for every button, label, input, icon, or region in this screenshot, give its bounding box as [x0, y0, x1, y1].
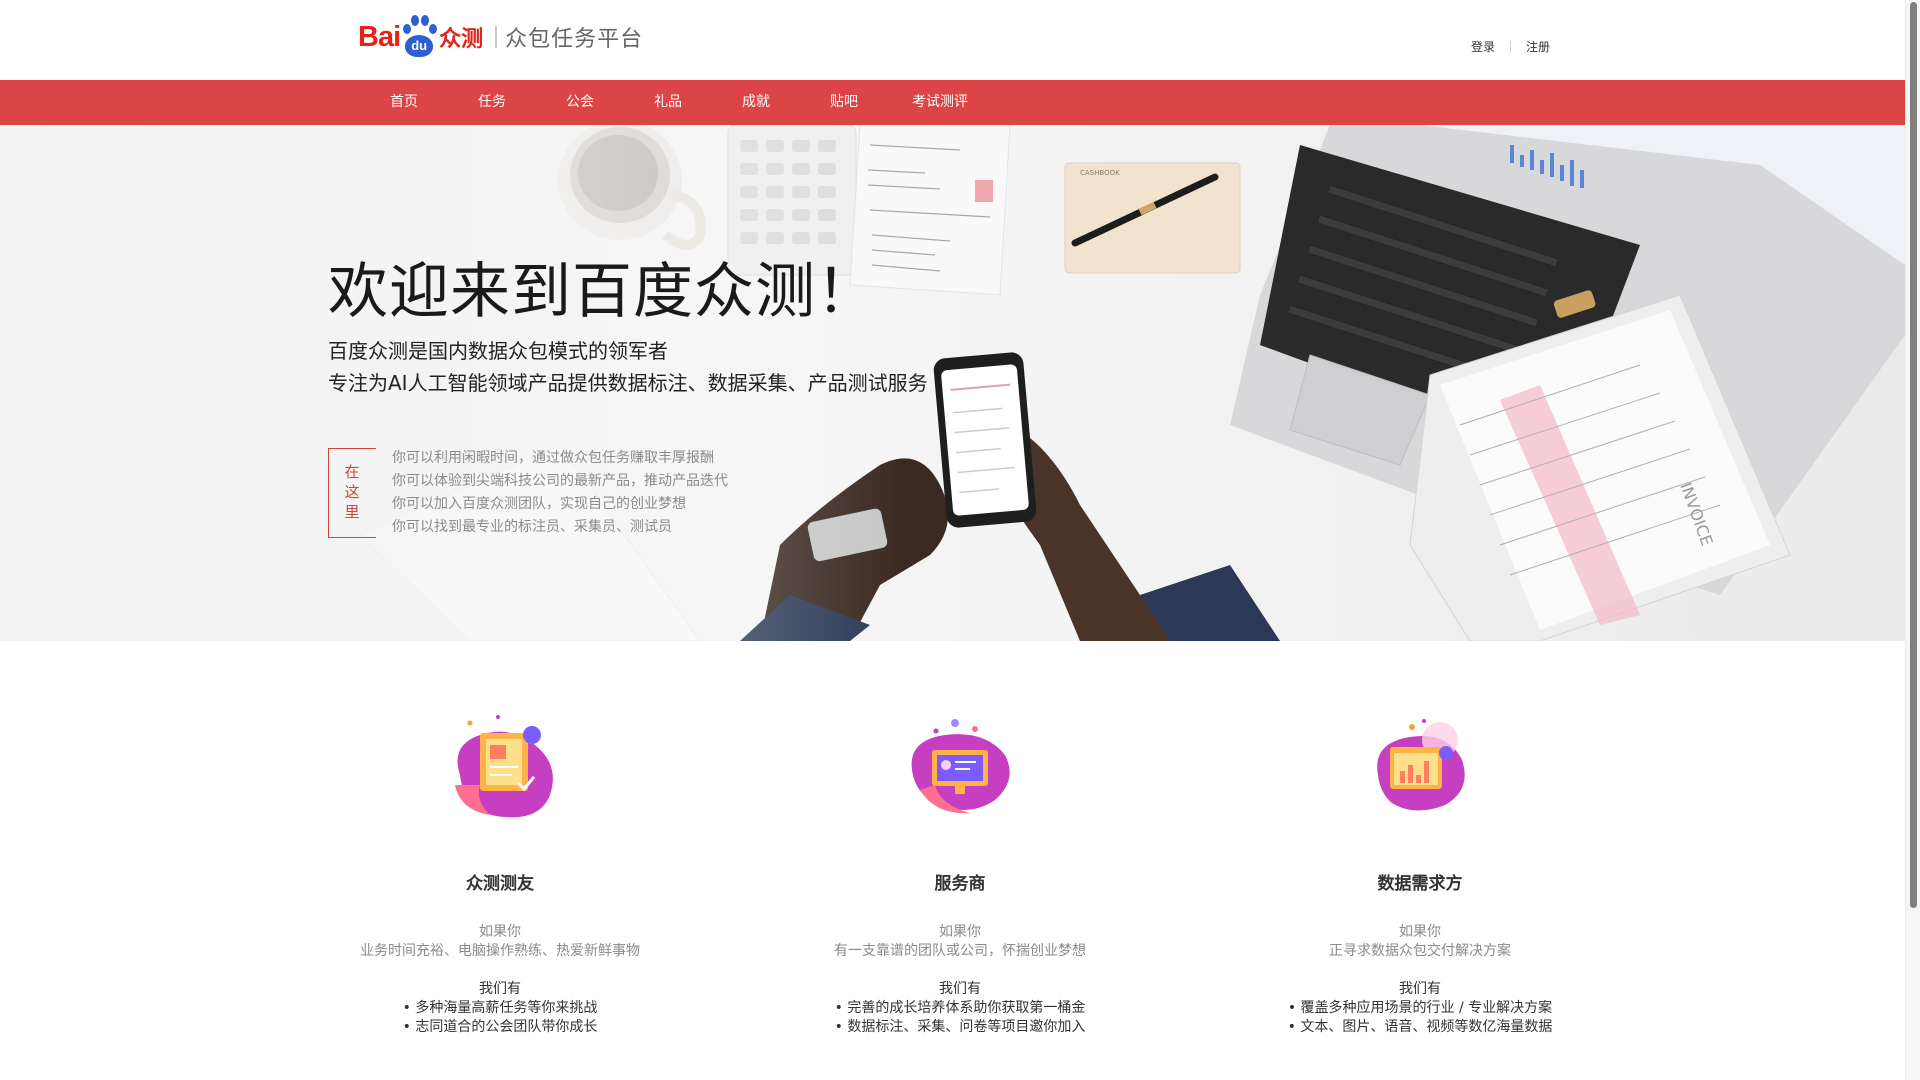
- here-bracket-label: 在 这 里: [328, 448, 376, 538]
- nav-item-gifts[interactable]: 礼品: [624, 80, 712, 125]
- hero-subtitle-line2: 专注为AI人工智能领域产品提供数据标注、数据采集、产品测试服务: [328, 371, 928, 395]
- nav-item-achievements[interactable]: 成就: [712, 80, 800, 125]
- feature-title: 数据需求方: [1377, 874, 1463, 894]
- feature-if-text: 如果你 有一支靠谱的团队或公司，怀揣创业梦想: [834, 924, 1086, 959]
- feature-if-text: 如果你 正寻求数据众包交付解决方案: [1329, 924, 1511, 959]
- feature-if-text: 如果你 业务时间充裕、电脑操作熟练、热爱新鲜事物: [360, 924, 640, 959]
- hero-benefit-item: 你可以利用闲暇时间，通过做众包任务赚取丰厚报酬: [392, 450, 714, 466]
- features-section: 众测测友 如果你 业务时间充裕、电脑操作熟练、热爱新鲜事物 我们有 • 多种海量…: [0, 641, 1905, 1080]
- hero-benefit-item: 你可以体验到尖端科技公司的最新产品，推动产品迭代: [392, 473, 728, 489]
- feature-title: 众测测友: [466, 874, 534, 894]
- auth-divider: [1509, 40, 1511, 53]
- baidu-zhongce-logo[interactable]: Bai du 众测 众包任务平台: [358, 14, 643, 60]
- hero-subtitle: 百度众测是国内数据众包模式的领军者 专注为AI人工智能领域产品提供数据标注、数据…: [328, 335, 928, 399]
- task-documents-icon: [455, 715, 553, 818]
- scrollbar-thumb[interactable]: [1910, 2, 1917, 908]
- hero-banner: CASHBOOK INVOICE 欢迎来到百度众测！ 百度众测是国内数据众包模式…: [0, 125, 1905, 641]
- hero-benefit-item: 你可以加入百度众测团队，实现自己的创业梦想: [392, 496, 686, 512]
- hero-benefits-list: 你可以利用闲暇时间，通过做众包任务赚取丰厚报酬 你可以体验到尖端科技公司的最新产…: [392, 447, 728, 539]
- nav-item-exam[interactable]: 考试测评: [888, 80, 992, 125]
- here-vertical-text: 在 这 里: [344, 463, 360, 521]
- data-chart-icon: [1377, 719, 1465, 811]
- logo-bai-text: Bai: [358, 20, 401, 53]
- service-monitor-icon: [911, 719, 1010, 814]
- main-nav: 首页 任务 公会 礼品 成就 贴吧 考试测评: [0, 80, 1905, 125]
- nav-items: 首页 任务 公会 礼品 成就 贴吧 考试测评: [360, 80, 992, 125]
- hero-subtitle-line1: 百度众测是国内数据众包模式的领军者: [328, 339, 668, 363]
- site-header: Bai du 众测 众包任务平台 登录 注册: [0, 0, 1905, 80]
- svg-text:CASHBOOK: CASHBOOK: [1080, 169, 1120, 177]
- cashbook-image: CASHBOOK: [1064, 162, 1241, 274]
- feature-we-have-text: 我们有 • 多种海量高薪任务等你来挑战 • 志同道合的公会团队带你成长: [402, 981, 598, 1035]
- hero-title: 欢迎来到百度众测！: [328, 257, 877, 327]
- logo-zhongce-text: 众测: [439, 27, 484, 52]
- register-link[interactable]: 注册: [1526, 38, 1550, 55]
- hero-benefit-item: 你可以找到最专业的标注员、采集员、测试员: [392, 519, 672, 535]
- nav-item-forum[interactable]: 贴吧: [800, 80, 888, 125]
- hero-desk-photo: CASHBOOK INVOICE: [0, 125, 1905, 641]
- feature-we-have-text: 我们有 • 覆盖多种应用场景的行业 / 专业解决方案 • 文本、图片、语音、视频…: [1287, 981, 1553, 1035]
- page-scrollbar[interactable]: [1905, 0, 1920, 1080]
- feature-title: 服务商: [934, 874, 986, 894]
- auth-links: 登录 注册: [1471, 38, 1550, 55]
- feature-we-have-text: 我们有 • 完善的成长培养体系助你获取第一桶金 • 数据标注、采集、问卷等项目邀…: [834, 981, 1086, 1035]
- nav-item-home[interactable]: 首页: [360, 80, 448, 125]
- logo-subtitle: 众包任务平台: [505, 27, 644, 52]
- login-link[interactable]: 登录: [1471, 38, 1495, 55]
- nav-item-guild[interactable]: 公会: [536, 80, 624, 125]
- logo-du-text: du: [405, 35, 434, 57]
- baidu-paw-icon: du: [401, 15, 438, 59]
- nav-item-tasks[interactable]: 任务: [448, 80, 536, 125]
- logo-divider: [495, 26, 498, 48]
